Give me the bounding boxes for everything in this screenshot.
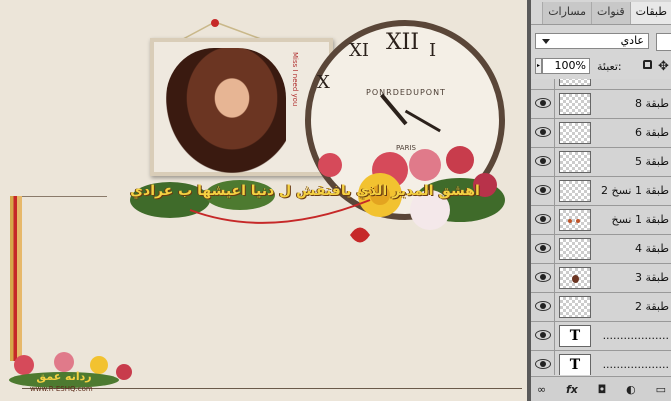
panel-tabs: طبقات قنوات مسارات [531, 2, 671, 25]
document-canvas[interactable]: Miss I need you XII I XI X PONRDEDUPONT … [0, 0, 530, 401]
eye-icon[interactable] [535, 359, 551, 369]
blend-mode-value: عادي [620, 34, 644, 47]
lock-icon[interactable] [643, 60, 652, 69]
layer-name: طبقة 1 نسخ 2 [600, 184, 669, 197]
tab-channels[interactable]: قنوات [590, 2, 630, 24]
folder-icon[interactable]: ▭ [656, 383, 666, 396]
layer-thumbnail [559, 180, 591, 202]
layer-name: طبقة 5 [634, 155, 669, 168]
clock-numeral: XII [386, 30, 420, 55]
layer-row[interactable]: T ................... [531, 322, 671, 351]
layer-row[interactable]: طبقة 1 نسخ 2 [531, 177, 671, 206]
guide-line [22, 196, 107, 197]
layer-name: طبقة 3 [634, 271, 669, 284]
layer-thumbnail [559, 151, 591, 173]
layer-row[interactable]: طبقة 6 [531, 119, 671, 148]
logo-site-url: www.R-ESHQ.com [30, 385, 93, 393]
eye-icon[interactable] [535, 98, 551, 108]
clock-numeral: X [317, 72, 330, 93]
layer-name: طبقة 6 [634, 126, 669, 139]
link-icon[interactable]: ∞ [537, 383, 546, 396]
clock-brand: PONRDEDUPONT [366, 88, 446, 97]
layer-row[interactable]: T ................... [531, 351, 671, 375]
layer-name: ................... [602, 329, 669, 342]
layer-name: طبقة 8 [634, 97, 669, 110]
layers-list: طبقة 8 طبقة 6 طبقة 5 طبقة 1 نسخ 2 طبقة 1… [531, 79, 671, 375]
layer-row[interactable]: طبقة 3 [531, 264, 671, 293]
clock-numeral: I [429, 40, 437, 61]
eye-icon[interactable] [535, 301, 551, 311]
fill-input[interactable]: 100% [542, 58, 590, 74]
clock-minute-hand [404, 109, 441, 133]
layer-thumbnail [559, 296, 591, 318]
layer-thumbnail [559, 93, 591, 115]
layer-row-partial[interactable] [531, 79, 671, 90]
decorative-pillar [10, 196, 22, 361]
layer-row[interactable]: طبقة 2 [531, 293, 671, 322]
text-layer-thumbnail: T [559, 354, 591, 375]
layer-thumbnail [559, 267, 591, 289]
tab-paths[interactable]: مسارات [542, 2, 591, 24]
eye-icon[interactable] [535, 156, 551, 166]
chevron-down-icon [542, 39, 550, 44]
blend-mode-row: عادي [535, 33, 671, 51]
eye-icon[interactable] [535, 214, 551, 224]
tab-layers[interactable]: طبقات [629, 2, 671, 24]
eye-icon[interactable] [535, 243, 551, 253]
layer-row[interactable]: طبقة 1 نسخ [531, 206, 671, 235]
layer-row[interactable]: طبقة 4 [531, 235, 671, 264]
layers-footer: ∞ fx ◘ ◐ ▭ [531, 376, 671, 401]
eye-icon[interactable] [535, 330, 551, 340]
blend-mode-select[interactable]: عادي [535, 33, 649, 49]
fx-icon[interactable]: fx [566, 383, 578, 396]
layer-name: طبقة 4 [634, 242, 669, 255]
eye-icon[interactable] [535, 127, 551, 137]
layers-panel: طبقات قنوات مسارات عادي ▸ 100% تعبئة: ✥ … [527, 0, 671, 401]
frame-caption: Miss I need you [291, 52, 299, 107]
clock-hour-hand [380, 93, 408, 126]
adjustment-icon[interactable]: ◐ [626, 383, 636, 396]
fill-row: ▸ 100% تعبئة: ✥ [535, 58, 670, 76]
svg-text:ردانه عمق: ردانه عمق [36, 370, 91, 383]
banner-text: اهشق المدير الذي يافتقش ل دنيا اعيشها ب … [130, 183, 480, 199]
layer-thumbnail [559, 209, 591, 231]
fill-label: تعبئة: [597, 60, 622, 73]
layer-row[interactable]: طبقة 8 [531, 90, 671, 119]
clock-numeral: XI [349, 40, 369, 61]
opacity-select[interactable] [656, 33, 671, 51]
layer-row[interactable]: طبقة 5 [531, 148, 671, 177]
layer-name: طبقة 1 نسخ [611, 213, 669, 226]
text-layer-thumbnail: T [559, 325, 591, 347]
layer-name: طبقة 2 [634, 300, 669, 313]
layer-thumbnail [559, 122, 591, 144]
eye-icon[interactable] [535, 185, 551, 195]
layer-thumbnail [559, 238, 591, 260]
fill-stepper[interactable]: ▸ [535, 58, 542, 74]
mask-icon[interactable]: ◘ [598, 383, 607, 396]
layer-name: ................... [602, 358, 669, 371]
move-icon[interactable]: ✥ [658, 59, 669, 74]
layer-thumbnail [559, 79, 591, 86]
eye-icon[interactable] [535, 272, 551, 282]
